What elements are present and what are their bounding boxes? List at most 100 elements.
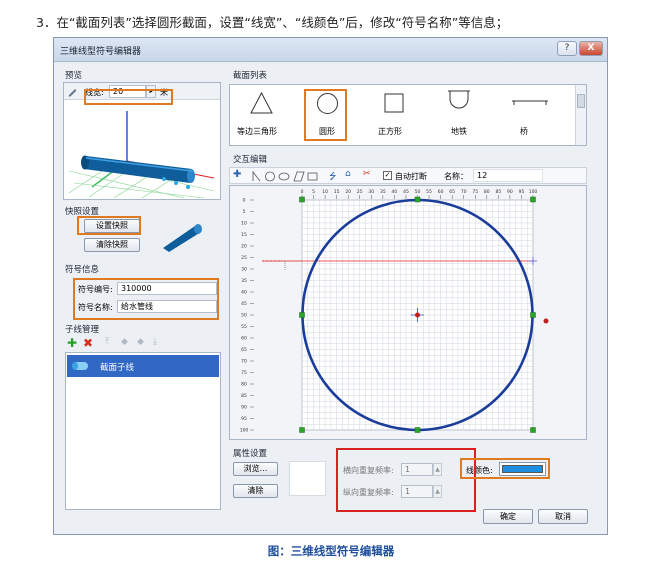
ruler-top-tick-label: 20	[345, 189, 351, 195]
clear-texture-button[interactable]: 清除	[233, 484, 278, 498]
ruler-top-tick-label: 80	[484, 189, 490, 195]
edit-name-label: 名称：	[444, 172, 468, 181]
shape-label: 正方形	[378, 127, 402, 136]
polygon-tool-icon[interactable]: ⌂	[345, 169, 351, 179]
shape-square[interactable]: 正方形	[373, 85, 413, 145]
move-up-icon[interactable]: ◆	[121, 337, 128, 347]
ruler-left: 0 5 10 15 20 25 30 35 40 45 50 55 60 65 70 75 80 85 90 95 10…	[240, 198, 254, 434]
section-list-panel: 等边三角形 圆形 正方形 地铁 桥	[229, 84, 587, 146]
ok-button[interactable]: 确定	[483, 509, 533, 524]
preview-3d-view[interactable]	[64, 101, 220, 199]
instruction-text: 3．在“截面列表”选择圆形截面，设置“线宽”、“线颜色”后，修改“符号名称”等信…	[36, 15, 509, 30]
triangle-icon	[250, 91, 273, 114]
help-button[interactable]: ?	[557, 41, 577, 56]
control-point[interactable]	[530, 312, 536, 318]
highlight-repeat-settings	[336, 448, 476, 512]
ruler-top-tick-label: 55	[426, 189, 432, 195]
ruler-left-tick-label: 15	[241, 232, 247, 238]
ruler-top-tick-label: 70	[461, 189, 467, 195]
edit-name-input[interactable]: 12	[473, 169, 543, 182]
shape-label: 地铁	[451, 127, 467, 136]
shape-bridge[interactable]: 桥	[505, 85, 555, 145]
subline-item[interactable]: 截面子线	[67, 355, 219, 377]
ruler-left-tick-label: 45	[241, 301, 247, 307]
ruler-top-tick-label: 5	[312, 189, 315, 195]
ruler-top-tick-label: 100	[529, 189, 538, 195]
control-point[interactable]	[530, 196, 536, 203]
auto-snap-label: 自动打断	[395, 172, 427, 181]
symbol-info-title: 符号信息	[65, 265, 100, 275]
scrollbar-thumb[interactable]	[577, 94, 585, 108]
subline-toolbar: ✚ ✖ ⤒ ◆ ◆ ⤓	[65, 336, 225, 351]
ruler-left-tick-label: 65	[241, 347, 247, 353]
ruler-left-tick-label: 55	[241, 324, 247, 330]
symbol-editor-window: 三维线型符号编辑器 ? X 预览 线宽: 20 ▸ 米 快照设置 设置快照 清除…	[53, 37, 608, 535]
cut-tool-icon[interactable]: ✂	[363, 169, 371, 179]
subway-icon	[448, 90, 470, 109]
draw-shape-tools[interactable]	[252, 171, 322, 182]
window-titlebar[interactable]: 三维线型符号编辑器 ? X	[54, 38, 607, 62]
browse-button[interactable]: 浏览...	[233, 462, 278, 476]
shape-subway[interactable]: 地铁	[440, 85, 480, 145]
ruler-left-tick-label: 25	[241, 255, 247, 261]
anchor-point[interactable]	[543, 318, 549, 324]
add-icon[interactable]: ✚	[67, 336, 77, 350]
ruler-top-tick-label: 95	[519, 189, 525, 195]
ruler-left-tick-label: 20	[241, 244, 247, 250]
ruler-top-tick-label: 90	[507, 189, 513, 195]
shape-triangle[interactable]: 等边三角形	[230, 85, 290, 145]
ruler-left-tick-label: 0	[243, 198, 246, 204]
ruler-left-tick-label: 40	[241, 290, 247, 296]
ruler-left-tick-label: 50	[241, 313, 247, 319]
edit-canvas[interactable]: 0 5 10 15 20 25 30 35 40 45 50 55 60 65 70 75 80 85 90 95 10…	[229, 185, 587, 440]
attributes-title: 属性设置	[233, 449, 268, 459]
cancel-button[interactable]: 取消	[538, 509, 588, 524]
subline-title: 子线管理	[65, 325, 100, 335]
shape-label: 桥	[520, 127, 528, 136]
ruler-top-tick-label: 40	[392, 189, 398, 195]
ruler-left-tick-label: 80	[241, 382, 247, 388]
ruler-top-tick-label: 60	[438, 189, 444, 195]
ruler-left-tick-label: 5	[243, 209, 246, 215]
ruler-top-tick-label: 10	[322, 189, 328, 195]
ruler-left-tick-label: 85	[241, 393, 247, 399]
ruler-top-tick-label: 65	[449, 189, 455, 195]
ruler-left-tick-label: 100	[240, 428, 249, 434]
edit-canvas-svg[interactable]: 0 5 10 15 20 25 30 35 40 45 50 55 60 65 70 75 80 85 90 95 10…	[230, 186, 586, 439]
auto-snap-checkbox[interactable]: ✓	[383, 171, 392, 180]
control-point[interactable]	[299, 427, 305, 433]
ruler-left-tick-label: 95	[241, 416, 247, 422]
highlight-symbol-info	[73, 278, 219, 320]
ruler-top-tick-label: 75	[472, 189, 478, 195]
move-bottom-icon[interactable]: ⤓	[153, 337, 157, 347]
pencil-icon[interactable]	[67, 86, 78, 97]
subline-list: 截面子线	[65, 352, 221, 510]
highlight-set-snapshot	[77, 216, 141, 235]
ruler-top-tick-label: 45	[403, 189, 409, 195]
clear-snapshot-button[interactable]: 清除快照	[84, 238, 140, 252]
ruler-left-tick-label: 90	[241, 405, 247, 411]
ruler-top-tick-label: 15	[334, 189, 340, 195]
snapshot-thumbnail	[163, 224, 202, 252]
control-point[interactable]	[414, 196, 421, 203]
node-tool-icon[interactable]: ⭍	[329, 169, 337, 185]
control-point[interactable]	[299, 312, 305, 318]
move-down-icon[interactable]: ◆	[137, 337, 144, 347]
ruler-top-tick-label: 30	[368, 189, 374, 195]
close-button[interactable]: X	[579, 41, 603, 56]
control-point[interactable]	[414, 427, 421, 433]
move-top-icon[interactable]: ⤒	[105, 337, 109, 347]
ruler-left-tick-label: 70	[241, 359, 247, 365]
bridge-icon	[512, 100, 548, 105]
ruler-left-tick-label: 60	[241, 336, 247, 342]
delete-icon[interactable]: ✖	[83, 336, 93, 350]
control-point[interactable]	[299, 196, 305, 203]
highlight-circle-shape	[304, 89, 347, 141]
control-point[interactable]	[530, 427, 536, 433]
add-point-icon[interactable]: ✚	[233, 169, 241, 180]
section-list-scrollbar[interactable]	[575, 85, 586, 145]
ruler-top-tick-label: 0	[301, 189, 304, 195]
figure-caption: 图：三维线型符号编辑器	[267, 544, 395, 558]
ruler-top-tick-label: 85	[495, 189, 501, 195]
subline-item-label: 截面子线	[100, 363, 135, 373]
